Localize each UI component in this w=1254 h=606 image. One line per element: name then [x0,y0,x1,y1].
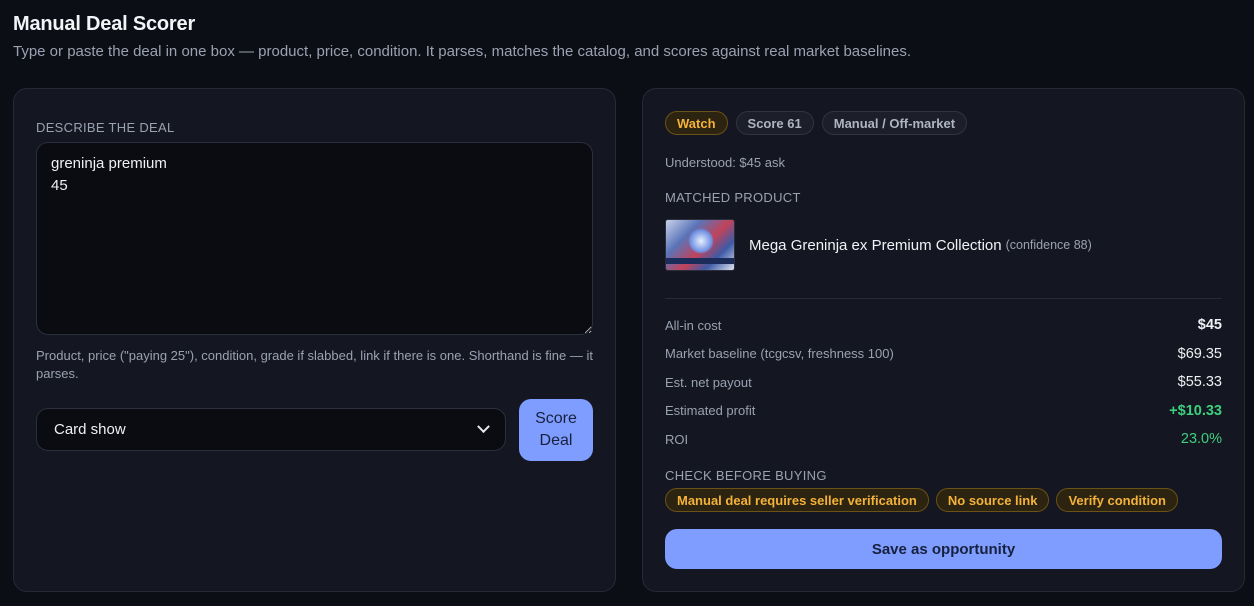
save-opportunity-button[interactable]: Save as opportunity [665,529,1222,569]
metric-estimated-profit: Estimated profit +$10.33 [665,397,1222,426]
deal-help-text: Product, price ("paying 25"), condition,… [36,348,593,381]
product-confidence: (confidence 88) [1005,238,1092,252]
check-before-buying-label: CHECK BEFORE BUYING [665,468,827,483]
metrics-list: All-in cost $45 Market baseline (tcgcsv,… [665,311,1222,454]
deal-input-panel: DESCRIBE THE DEAL Product, price ("payin… [13,88,616,592]
score-badge: Score 61 [735,111,814,135]
metric-value: +$10.33 [1169,402,1222,419]
deal-source-selected-value: Card show [54,421,126,438]
matched-product-label: MATCHED PRODUCT [665,190,801,205]
metric-value: 23.0% [1180,431,1222,448]
metric-market-baseline: Market baseline (tcgcsv, freshness 100) … [665,340,1222,369]
page-title: Manual Deal Scorer [13,13,196,35]
metric-all-in-cost: All-in cost $45 [665,311,1222,340]
metric-label: Estimated profit [665,403,756,419]
warning-badge: Manual deal requires seller verification [665,488,929,512]
metric-value: $69.35 [1177,345,1222,362]
warning-badge: No source link [935,488,1050,512]
divider [665,298,1222,299]
product-name: Mega Greninja ex Premium Collection [749,236,1002,254]
metric-roi: ROI 23.0% [665,425,1222,454]
verdict-badge: Watch [665,111,728,135]
channel-badge: Manual / Off-market [821,111,968,135]
describe-deal-label: DESCRIBE THE DEAL [36,120,175,135]
matched-product: Mega Greninja ex Premium Collection (con… [665,219,1092,271]
warning-badge: Verify condition [1056,488,1178,512]
deal-description-input[interactable] [36,142,593,335]
chevron-down-icon [477,420,490,434]
deal-source-select[interactable]: Card show [36,408,506,451]
result-badges: Watch Score 61 Manual / Off-market [665,111,968,135]
metric-label: ROI [665,431,689,447]
page-subtitle: Type or paste the deal in one box — prod… [13,43,912,60]
metric-label: All-in cost [665,317,722,333]
metric-label: Market baseline (tcgcsv, freshness 100) [665,346,894,362]
score-deal-button[interactable]: Score Deal [519,399,593,461]
understood-text: Understood: $45 ask [665,155,785,170]
metric-value: $45 [1197,317,1222,334]
metric-value: $55.33 [1177,374,1222,391]
product-thumbnail [665,219,735,271]
warning-list: Manual deal requires seller verification… [665,488,1178,512]
metric-label: Est. net payout [665,374,752,390]
deal-result-panel: Watch Score 61 Manual / Off-market Under… [642,88,1245,592]
metric-net-payout: Est. net payout $55.33 [665,368,1222,397]
